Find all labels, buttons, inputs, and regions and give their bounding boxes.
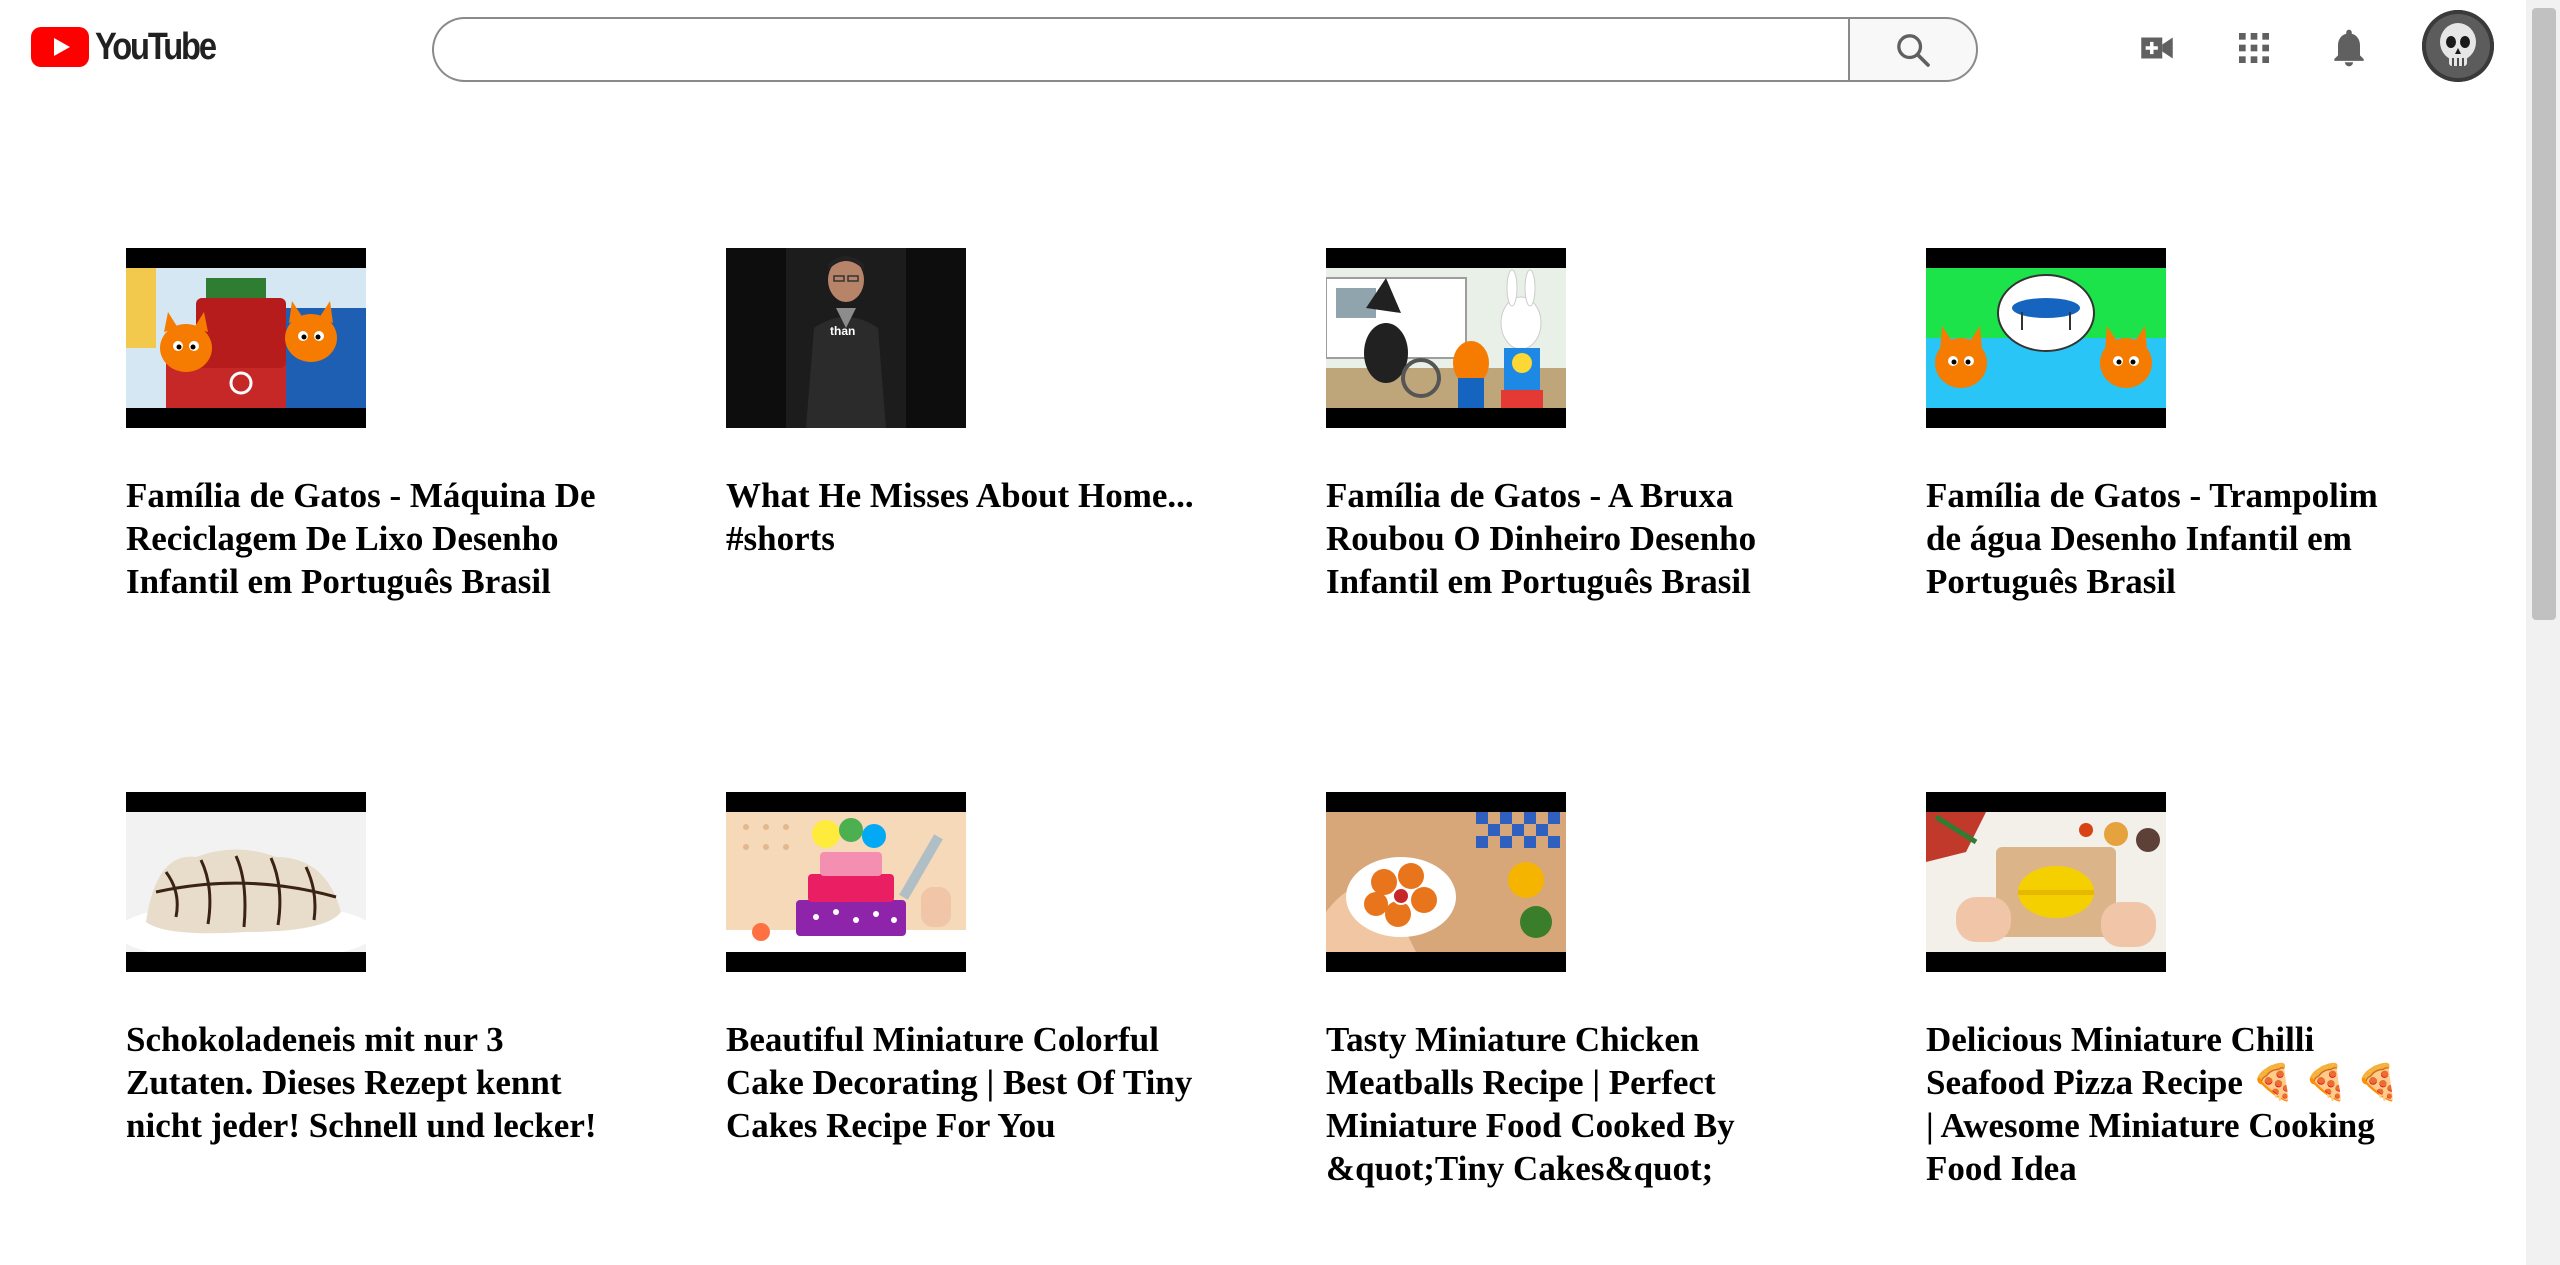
- thumbnail-image-cat-family-recycling: [126, 268, 366, 408]
- video-card[interactable]: Família de Gatos - Máquina De Reciclagem…: [126, 248, 606, 603]
- video-thumbnail[interactable]: [1326, 792, 1566, 972]
- video-title[interactable]: Família de Gatos - Máquina De Reciclagem…: [126, 474, 606, 603]
- youtube-play-icon: [31, 27, 89, 67]
- thumbnail-image-cat-family-witch: [1326, 268, 1566, 408]
- video-thumbnail[interactable]: than: [726, 248, 966, 428]
- video-card[interactable]: Beautiful Miniature Colorful Cake Decora…: [726, 792, 1206, 1147]
- video-title[interactable]: Delicious Miniature Chilli Seafood Pizza…: [1926, 1018, 2406, 1190]
- video-title[interactable]: Schokoladeneis mit nur 3 Zutaten. Dieses…: [126, 1018, 606, 1147]
- page-scrollbar[interactable]: [2526, 0, 2560, 1265]
- apps-grid-icon: [2239, 33, 2269, 63]
- apps-button[interactable]: [2224, 18, 2284, 78]
- video-card[interactable]: Tasty Miniature Chicken Meatballs Recipe…: [1326, 792, 1806, 1190]
- skull-avatar-icon: [2422, 10, 2494, 82]
- thumbnail-image-chicken-meatballs: [1326, 812, 1566, 952]
- top-header: YouTube: [0, 0, 2526, 96]
- video-title[interactable]: Tasty Miniature Chicken Meatballs Recipe…: [1326, 1018, 1806, 1190]
- video-thumbnail[interactable]: [126, 248, 366, 428]
- video-card[interactable]: than What He Misses About Home... #short…: [726, 248, 1206, 560]
- video-card[interactable]: Schokoladeneis mit nur 3 Zutaten. Dieses…: [126, 792, 606, 1147]
- youtube-logo[interactable]: YouTube: [31, 25, 234, 68]
- video-thumbnail[interactable]: [1326, 248, 1566, 428]
- video-thumbnail[interactable]: [726, 792, 966, 972]
- search-button[interactable]: [1848, 17, 1978, 82]
- video-thumbnail[interactable]: [1926, 792, 2166, 972]
- thumbnail-image-colorful-cake: [726, 812, 966, 952]
- thumbnail-image-man-shorts: [726, 248, 966, 428]
- video-thumbnail[interactable]: [126, 792, 366, 972]
- video-card[interactable]: Delicious Miniature Chilli Seafood Pizza…: [1926, 792, 2406, 1190]
- search-input[interactable]: [432, 17, 1848, 82]
- video-title[interactable]: What He Misses About Home... #shorts: [726, 474, 1206, 560]
- logo-text: YouTube: [95, 25, 217, 68]
- scrollbar-thumb[interactable]: [2532, 8, 2556, 620]
- thumbnail-image-seafood-pizza: [1926, 812, 2166, 952]
- video-card[interactable]: Família de Gatos - Trampolim de água Des…: [1926, 248, 2406, 603]
- video-title[interactable]: Família de Gatos - A Bruxa Roubou O Dinh…: [1326, 474, 1806, 603]
- thumbnail-image-cat-family-trampoline: [1926, 268, 2166, 408]
- video-title[interactable]: Beautiful Miniature Colorful Cake Decora…: [726, 1018, 1206, 1147]
- create-video-button[interactable]: [2127, 18, 2187, 78]
- video-title[interactable]: Família de Gatos - Trampolim de água Des…: [1926, 474, 2406, 603]
- notifications-button[interactable]: [2319, 18, 2379, 78]
- notifications-bell-icon: [2334, 29, 2364, 67]
- video-thumbnail[interactable]: [1926, 248, 2166, 428]
- thumbnail-caption: than: [830, 324, 856, 338]
- thumbnail-image-chocolate-ice-cream: [126, 812, 366, 952]
- search-bar: [432, 17, 1978, 82]
- search-icon: [1897, 33, 1930, 67]
- create-video-icon: [2141, 37, 2173, 59]
- video-card[interactable]: Família de Gatos - A Bruxa Roubou O Dinh…: [1326, 248, 1806, 603]
- avatar[interactable]: [2422, 10, 2494, 82]
